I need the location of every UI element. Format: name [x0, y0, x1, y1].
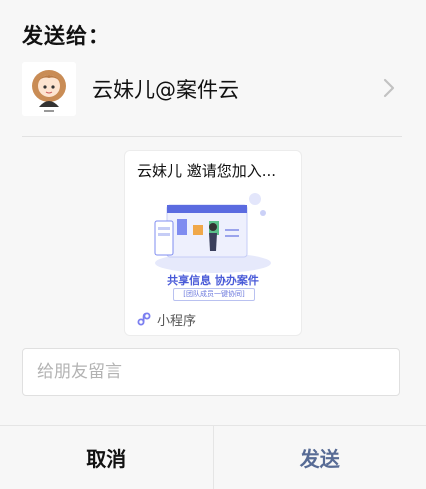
mini-program-card[interactable]: 云妹儿 邀请您加入... 共享信息 协办案件 [团队成员一键协同] 小程序	[124, 150, 302, 336]
card-title: 云妹儿 邀请您加入...	[137, 160, 293, 181]
card-footer: 小程序	[137, 310, 196, 328]
chevron-right-icon[interactable]	[382, 77, 396, 99]
send-to-title: 发送给：	[22, 20, 110, 50]
recipient-row[interactable]: 云妹儿@案件云	[22, 60, 402, 118]
cancel-button[interactable]: 取消	[0, 426, 214, 489]
card-illustration	[147, 185, 279, 281]
message-input[interactable]	[22, 348, 400, 396]
divider	[22, 136, 402, 137]
bottom-action-bar: 取消 发送	[0, 425, 426, 489]
send-button[interactable]: 发送	[214, 426, 426, 489]
mini-program-icon	[137, 312, 151, 326]
girl-avatar-icon	[22, 62, 76, 116]
card-subtitle-badge: [团队成员一键协同]	[173, 288, 255, 301]
recipient-name: 云妹儿@案件云	[92, 74, 239, 104]
card-footer-label: 小程序	[157, 310, 196, 329]
card-tagline: 共享信息 协办案件	[125, 272, 301, 288]
